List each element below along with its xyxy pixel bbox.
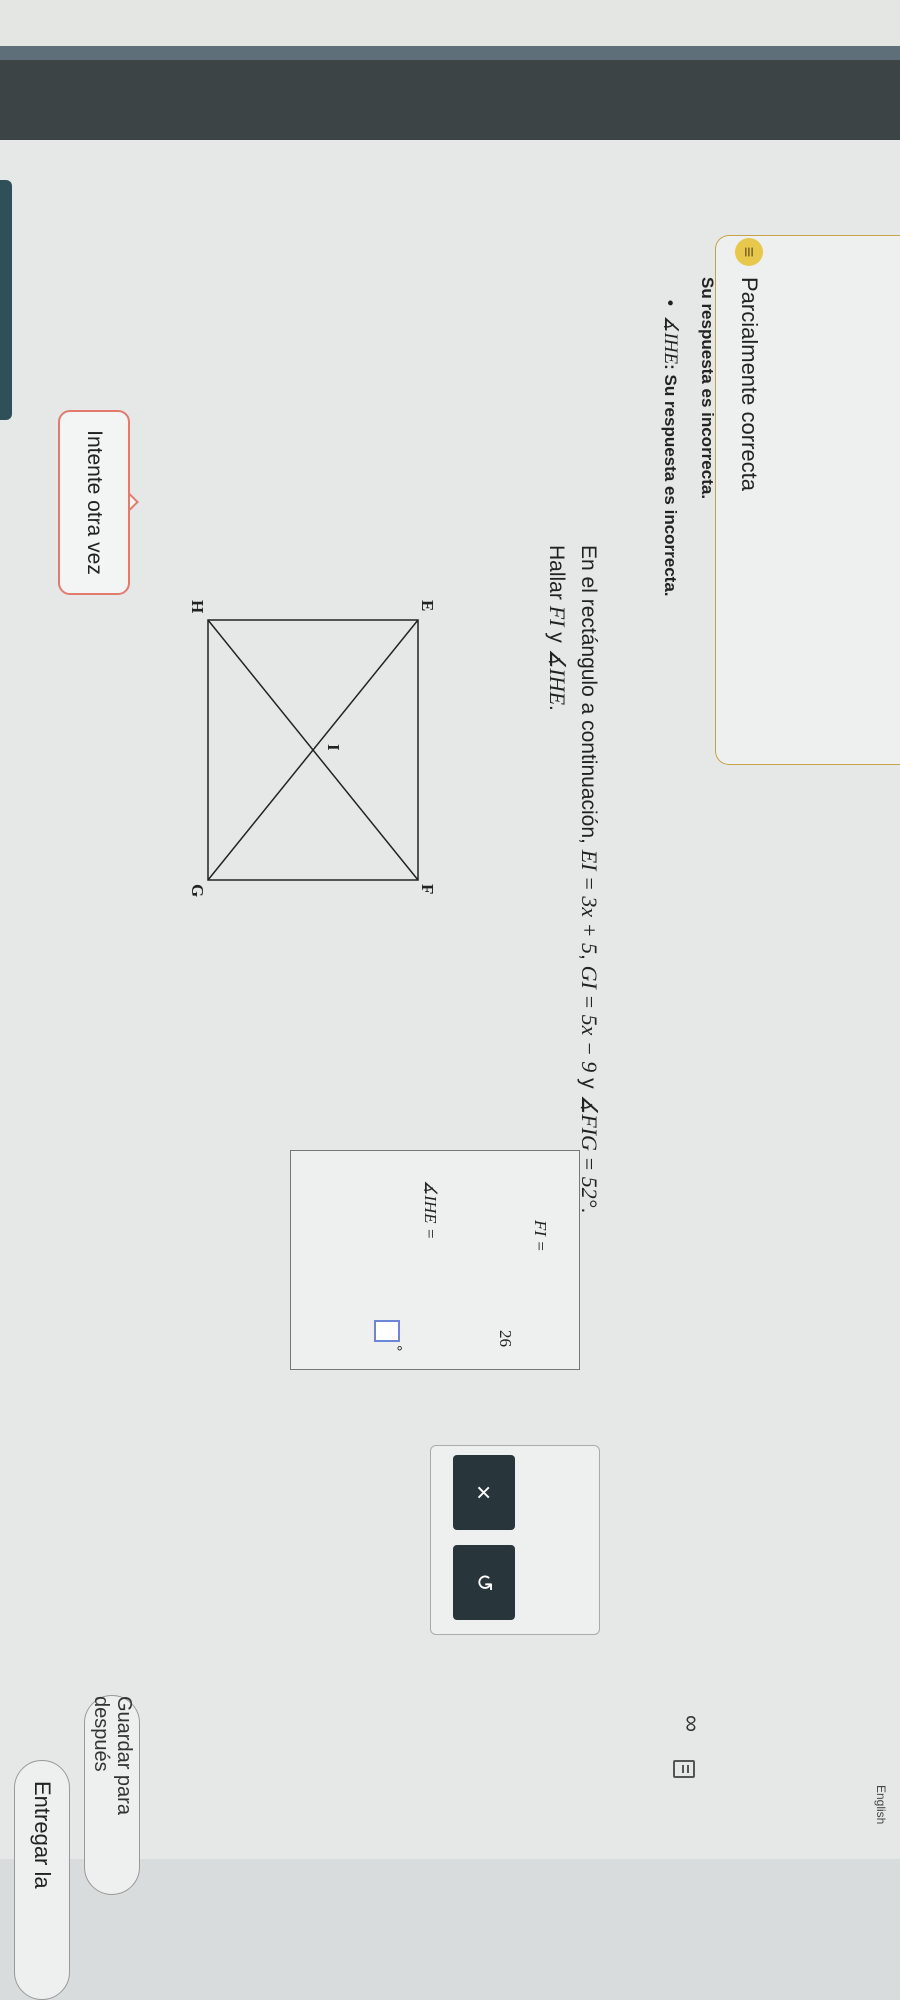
calculator-icon[interactable] bbox=[673, 1760, 695, 1778]
language-link[interactable]: English bbox=[874, 1785, 888, 1824]
save-for-later-button[interactable]: Guardar para después bbox=[84, 1695, 140, 1895]
feedback-status: Parcialmente correcta bbox=[737, 277, 762, 491]
undo-button[interactable]: ↺ bbox=[453, 1545, 515, 1620]
page-content: English ∞ ≡ Parcialmente correcta Su res… bbox=[0, 140, 900, 2000]
background-wall bbox=[0, 0, 900, 52]
task-angle: ∡IHE bbox=[545, 648, 570, 706]
fi-answer-value[interactable]: 26 bbox=[495, 1330, 515, 1347]
problem-intro: En el rectángulo a continuación, bbox=[577, 545, 600, 850]
vertex-label-h: H bbox=[190, 600, 207, 613]
problem-eq-gi: GI = 5x − 9 bbox=[577, 965, 602, 1073]
feedback-bullet: • ∡IHE: Su respuesta es incorrecta. bbox=[660, 300, 681, 597]
vertex-label-e: E bbox=[418, 600, 437, 611]
feedback-bullet-angle: ∡IHE bbox=[660, 315, 681, 365]
angle-ihe-label: ∡IHE = bbox=[421, 1180, 440, 1240]
submit-button[interactable]: Entregar la bbox=[14, 1760, 70, 2000]
close-icon: × bbox=[469, 1484, 500, 1501]
fi-label: FI = bbox=[531, 1220, 550, 1252]
rectangle-diagram: E F G H I bbox=[190, 600, 437, 897]
partial-status-icon: ≡ bbox=[735, 238, 763, 266]
vertex-label-g: G bbox=[190, 884, 207, 897]
feedback-message: Su respuesta es incorrecta. bbox=[698, 277, 717, 500]
problem-conj: y bbox=[577, 1078, 600, 1089]
infinity-icon[interactable]: ∞ bbox=[677, 1715, 705, 1732]
problem-eq-ei: EI = 3x + 5 bbox=[577, 849, 602, 954]
problem-task: Hallar FI y ∡IHE. bbox=[545, 545, 570, 711]
task-prefix: Hallar bbox=[545, 545, 568, 606]
monitor-bezel-edge bbox=[0, 46, 900, 60]
feedback-bullet-text: : Su respuesta es incorrecta. bbox=[661, 364, 680, 597]
angle-ihe-input[interactable] bbox=[374, 1320, 400, 1342]
degree-sign: ° bbox=[387, 1345, 404, 1352]
monitor-bezel bbox=[0, 60, 900, 140]
problem-statement: En el rectángulo a continuación, EI = 3x… bbox=[577, 545, 602, 1214]
vertex-label-i: I bbox=[324, 744, 343, 751]
task-fi: FI bbox=[545, 605, 570, 627]
clear-button[interactable]: × bbox=[453, 1455, 515, 1530]
vertex-label-f: F bbox=[418, 884, 437, 894]
problem-eq-angle: ∡FIG = 52° bbox=[577, 1094, 602, 1208]
retry-button[interactable]: Intente otra vez bbox=[58, 410, 130, 595]
undo-icon: ↺ bbox=[472, 1573, 497, 1592]
task-and: y bbox=[545, 632, 568, 643]
